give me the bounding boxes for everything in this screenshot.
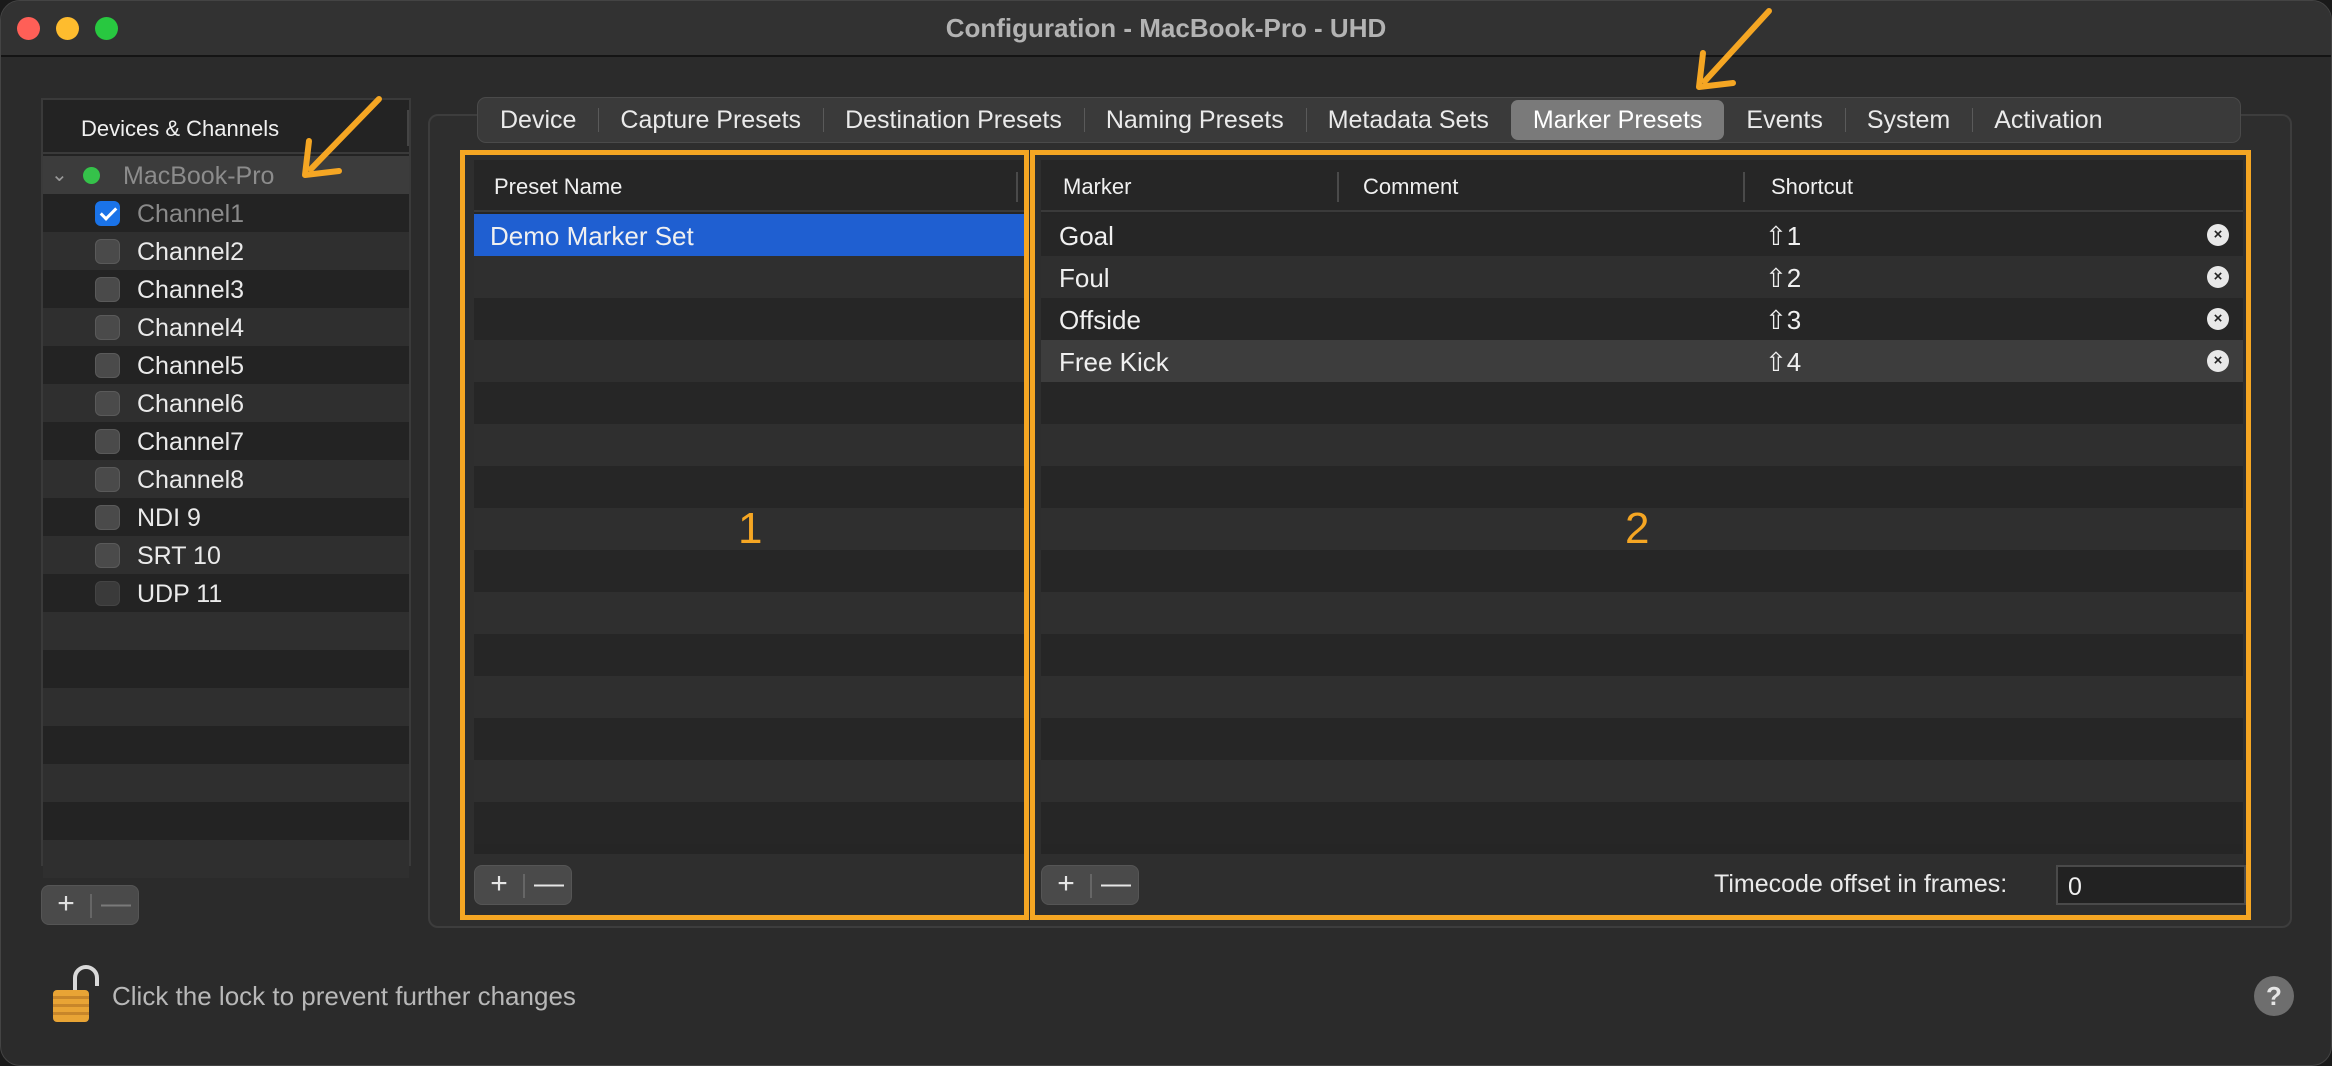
- channel-label: Channel5: [137, 352, 245, 380]
- channel-checkbox[interactable]: [95, 429, 120, 454]
- channel-label: Channel6: [137, 390, 245, 418]
- channel-label: Channel7: [137, 428, 245, 456]
- tab-device[interactable]: Device: [478, 100, 598, 140]
- tab-metadata-sets[interactable]: Metadata Sets: [1305, 100, 1511, 140]
- sidebar-item-channel[interactable]: Channel8: [43, 460, 409, 498]
- sidebar-item-channel[interactable]: Channel5: [43, 346, 409, 384]
- sidebar-item-channel[interactable]: Channel1: [43, 194, 409, 232]
- empty-row: [43, 612, 409, 650]
- tab-system[interactable]: System: [1844, 100, 1972, 140]
- tab-events[interactable]: Events: [1724, 100, 1844, 140]
- empty-row: [43, 802, 409, 840]
- channel-checkbox[interactable]: [95, 543, 120, 568]
- lock-status-text: Click the lock to prevent further change…: [112, 981, 576, 1011]
- status-online-icon: [83, 167, 100, 184]
- tab-destination-presets[interactable]: Destination Presets: [823, 100, 1084, 140]
- channel-checkbox[interactable]: [95, 277, 120, 302]
- channel-label: Channel3: [137, 276, 245, 304]
- channel-label: NDI 9: [137, 504, 201, 532]
- channel-label: Channel2: [137, 238, 245, 266]
- sidebar-item-channel[interactable]: UDP 11: [43, 574, 409, 612]
- device-label: MacBook-Pro: [123, 162, 275, 190]
- empty-row: [43, 840, 409, 878]
- tab-marker-presets[interactable]: Marker Presets: [1510, 100, 1725, 140]
- channel-label: UDP 11: [137, 580, 223, 608]
- configuration-window: Configuration - MacBook-Pro - UHD Device…: [0, 0, 2332, 1066]
- column-divider[interactable]: [407, 110, 409, 146]
- annotation-number-2: 2: [1625, 504, 1650, 553]
- device-channel-list: ⌄ MacBook-Pro Channel1 Channel2 Channel3 Ch…: [43, 156, 409, 878]
- empty-row: [43, 764, 409, 802]
- sidebar-item-channel[interactable]: Channel6: [43, 384, 409, 422]
- channel-checkbox[interactable]: [95, 315, 120, 340]
- devices-channels-sidebar: Devices & Channels ⌄ MacBook-Pro Channel…: [41, 98, 411, 878]
- help-button[interactable]: ?: [2254, 976, 2294, 1016]
- sidebar-item-channel[interactable]: SRT 10: [43, 536, 409, 574]
- tab-activation[interactable]: Activation: [1972, 100, 2124, 140]
- annotation-arrow-icon: [302, 96, 382, 178]
- channel-label: Channel1: [137, 200, 245, 228]
- sidebar-item-channel[interactable]: Channel2: [43, 232, 409, 270]
- sidebar-item-channel[interactable]: Channel7: [43, 422, 409, 460]
- sidebar-add-remove-control: + —: [41, 885, 139, 925]
- annotation-arrow-icon: [1696, 8, 1772, 90]
- channel-checkbox[interactable]: [95, 505, 120, 530]
- channel-label: SRT 10: [137, 542, 221, 570]
- sidebar-item-channel[interactable]: Channel4: [43, 308, 409, 346]
- channel-checkbox[interactable]: [95, 239, 120, 264]
- window-title: Configuration - MacBook-Pro - UHD: [945, 13, 1387, 43]
- annotation-number-1: 1: [738, 504, 763, 553]
- empty-row: [43, 650, 409, 688]
- lock-open-icon[interactable]: [51, 964, 101, 1026]
- empty-row: [43, 726, 409, 764]
- sidebar-item-channel[interactable]: NDI 9: [43, 498, 409, 536]
- add-device-button[interactable]: +: [42, 886, 90, 924]
- channel-checkbox[interactable]: [95, 201, 120, 226]
- channel-checkbox[interactable]: [95, 353, 120, 378]
- channel-label: Channel8: [137, 466, 245, 494]
- channel-checkbox[interactable]: [95, 581, 120, 606]
- tab-bar: Device Capture Presets Destination Presets…: [477, 97, 2241, 143]
- empty-row: [43, 688, 409, 726]
- chevron-down-icon[interactable]: ⌄: [51, 162, 68, 187]
- channel-label: Channel4: [137, 314, 245, 342]
- tab-naming-presets[interactable]: Naming Presets: [1083, 100, 1306, 140]
- tab-capture-presets[interactable]: Capture Presets: [598, 100, 823, 140]
- sidebar-title: Devices & Channels: [81, 116, 280, 141]
- remove-device-button[interactable]: —: [92, 886, 140, 924]
- sidebar-item-channel[interactable]: Channel3: [43, 270, 409, 308]
- channel-checkbox[interactable]: [95, 391, 120, 416]
- title-bar: Configuration - MacBook-Pro - UHD: [1, 1, 2331, 57]
- channel-checkbox[interactable]: [95, 467, 120, 492]
